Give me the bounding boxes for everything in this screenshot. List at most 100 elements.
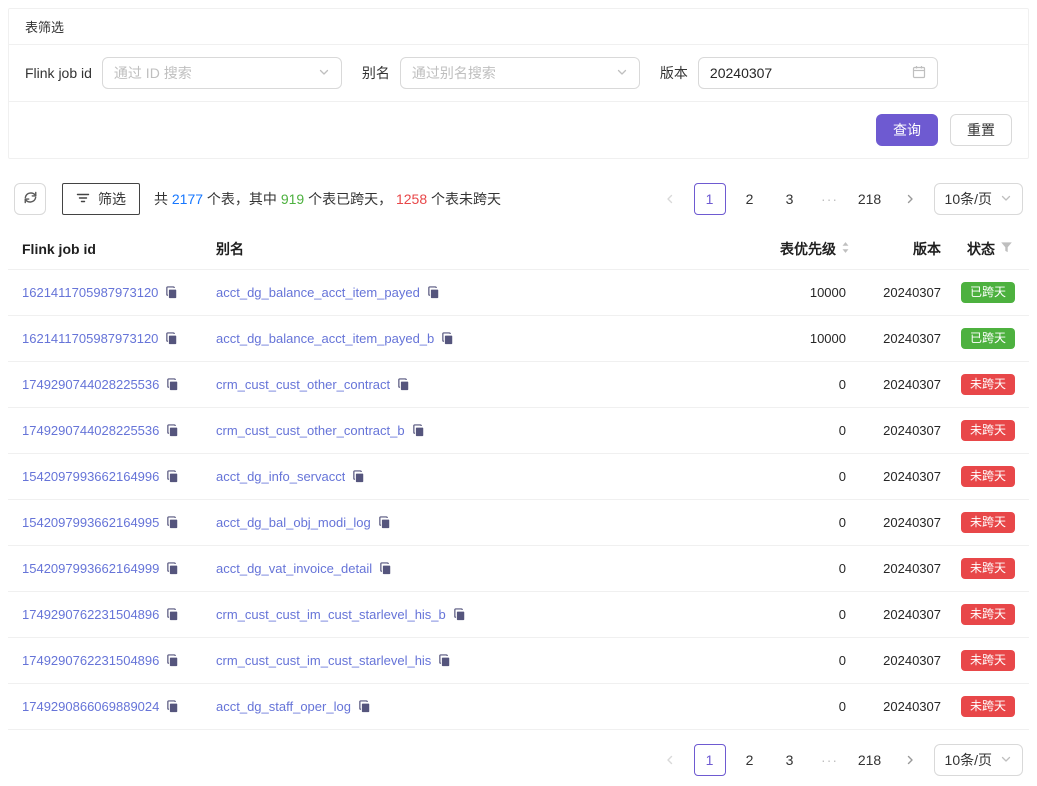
- table-body: 1621411705987973120 acct_dg_balance_acct…: [8, 270, 1029, 730]
- pagination-page-1[interactable]: 1: [694, 744, 726, 776]
- version-cell: 20240307: [858, 638, 953, 684]
- pagination-ellipsis[interactable]: ···: [814, 183, 846, 215]
- table-toolbar: 筛选 共 2177 个表，其中 919 个表已跨天， 1258 个表未跨天 1 …: [8, 183, 1029, 215]
- table-row: 1542097993662164996 acct_dg_info_servacc…: [8, 454, 1029, 500]
- pagination-page-3[interactable]: 3: [774, 183, 806, 215]
- job-id-link[interactable]: 1542097993662164999: [22, 561, 159, 576]
- copy-icon[interactable]: [358, 700, 371, 713]
- priority-cell: 0: [638, 500, 858, 546]
- priority-cell: 0: [638, 362, 858, 408]
- job-id-link[interactable]: 1749290762231504896: [22, 607, 159, 622]
- copy-icon[interactable]: [378, 516, 391, 529]
- pagination-page-3[interactable]: 3: [774, 744, 806, 776]
- table-row: 1749290762231504896 crm_cust_cust_im_cus…: [8, 638, 1029, 684]
- chevron-down-icon: [616, 65, 628, 81]
- version-date-input[interactable]: 20240307: [698, 57, 938, 89]
- summary-suffix: 个表未跨天: [427, 191, 501, 207]
- job-id-label: Flink job id: [25, 65, 92, 81]
- copy-icon[interactable]: [438, 654, 451, 667]
- copy-icon[interactable]: [166, 424, 179, 437]
- calendar-icon: [912, 65, 926, 82]
- pagination-prev[interactable]: [654, 744, 686, 776]
- alias-link[interactable]: crm_cust_cust_other_contract: [216, 377, 390, 392]
- alias-link[interactable]: crm_cust_cust_im_cust_starlevel_his: [216, 653, 431, 668]
- sort-icon[interactable]: [841, 241, 850, 257]
- status-badge: 未跨天: [961, 696, 1015, 717]
- table-row: 1542097993662164999 acct_dg_vat_invoice_…: [8, 546, 1029, 592]
- job-id-link[interactable]: 1749290744028225536: [22, 377, 159, 392]
- pagination-page-last[interactable]: 218: [854, 183, 886, 215]
- priority-header-label: 表优先级: [780, 239, 836, 259]
- status-badge: 已跨天: [961, 328, 1015, 349]
- pagination-next[interactable]: [894, 183, 926, 215]
- alias-link[interactable]: acct_dg_bal_obj_modi_log: [216, 515, 371, 530]
- copy-icon[interactable]: [427, 286, 440, 299]
- query-button[interactable]: 查询: [876, 114, 938, 146]
- pagination-page-1[interactable]: 1: [694, 183, 726, 215]
- copy-icon[interactable]: [166, 700, 179, 713]
- alias-link[interactable]: acct_dg_staff_oper_log: [216, 699, 351, 714]
- version-cell: 20240307: [858, 408, 953, 454]
- job-id-link[interactable]: 1542097993662164995: [22, 515, 159, 530]
- filter-row: Flink job id 通过 ID 搜索 别名 通过别名搜索 版本 20240…: [9, 45, 1028, 102]
- job-id-link[interactable]: 1621411705987973120: [22, 331, 158, 346]
- copy-icon[interactable]: [166, 516, 179, 529]
- priority-cell: 10000: [638, 316, 858, 362]
- job-id-select[interactable]: 通过 ID 搜索: [102, 57, 342, 89]
- column-header-priority[interactable]: 表优先级: [638, 229, 858, 270]
- alias-select[interactable]: 通过别名搜索: [400, 57, 640, 89]
- job-id-link[interactable]: 1542097993662164996: [22, 469, 159, 484]
- status-badge: 未跨天: [961, 420, 1015, 441]
- copy-icon[interactable]: [166, 470, 179, 483]
- copy-icon[interactable]: [397, 378, 410, 391]
- status-badge: 未跨天: [961, 512, 1015, 533]
- reset-button[interactable]: 重置: [950, 114, 1012, 146]
- status-badge: 未跨天: [961, 466, 1015, 487]
- copy-icon[interactable]: [453, 608, 466, 621]
- version-label: 版本: [660, 63, 688, 83]
- version-cell: 20240307: [858, 546, 953, 592]
- pagination-page-2[interactable]: 2: [734, 744, 766, 776]
- job-id-link[interactable]: 1749290762231504896: [22, 653, 159, 668]
- status-header-label: 状态: [967, 239, 995, 259]
- page-size-select[interactable]: 10条/页: [934, 183, 1023, 215]
- copy-icon[interactable]: [166, 562, 179, 575]
- pagination-page-last[interactable]: 218: [854, 744, 886, 776]
- pagination-prev[interactable]: [654, 183, 686, 215]
- copy-icon[interactable]: [166, 654, 179, 667]
- pagination-next[interactable]: [894, 744, 926, 776]
- filter-funnel-icon[interactable]: [1000, 241, 1013, 257]
- alias-link[interactable]: acct_dg_info_servacct: [216, 469, 345, 484]
- status-badge: 未跨天: [961, 604, 1015, 625]
- job-id-link[interactable]: 1749290866069889024: [22, 699, 159, 714]
- copy-icon[interactable]: [165, 332, 178, 345]
- copy-icon[interactable]: [412, 424, 425, 437]
- filter-button[interactable]: 筛选: [62, 183, 140, 215]
- copy-icon[interactable]: [166, 608, 179, 621]
- pagination-page-2[interactable]: 2: [734, 183, 766, 215]
- table-summary: 共 2177 个表，其中 919 个表已跨天， 1258 个表未跨天: [154, 189, 501, 209]
- copy-icon[interactable]: [379, 562, 392, 575]
- job-id-link[interactable]: 1749290744028225536: [22, 423, 159, 438]
- alias-link[interactable]: crm_cust_cust_im_cust_starlevel_his_b: [216, 607, 446, 622]
- alias-link[interactable]: acct_dg_balance_acct_item_payed_b: [216, 331, 434, 346]
- job-id-link[interactable]: 1621411705987973120: [22, 285, 158, 300]
- summary-mid1: 个表，其中: [203, 191, 281, 207]
- uncrossed-count: 1258: [396, 191, 427, 207]
- table-row: 1621411705987973120 acct_dg_balance_acct…: [8, 270, 1029, 316]
- alias-link[interactable]: acct_dg_balance_acct_item_payed: [216, 285, 420, 300]
- copy-icon[interactable]: [165, 286, 178, 299]
- version-cell: 20240307: [858, 316, 953, 362]
- copy-icon[interactable]: [441, 332, 454, 345]
- pagination-ellipsis[interactable]: ···: [814, 744, 846, 776]
- priority-cell: 0: [638, 546, 858, 592]
- column-header-alias: 别名: [208, 229, 638, 270]
- copy-icon[interactable]: [166, 378, 179, 391]
- alias-link[interactable]: crm_cust_cust_other_contract_b: [216, 423, 405, 438]
- copy-icon[interactable]: [352, 470, 365, 483]
- crossed-count: 919: [281, 191, 304, 207]
- alias-link[interactable]: acct_dg_vat_invoice_detail: [216, 561, 372, 576]
- refresh-button[interactable]: [14, 183, 46, 215]
- page-size-select[interactable]: 10条/页: [934, 744, 1023, 776]
- data-table: Flink job id 别名 表优先级 版本 状态 1621411705987…: [8, 229, 1029, 730]
